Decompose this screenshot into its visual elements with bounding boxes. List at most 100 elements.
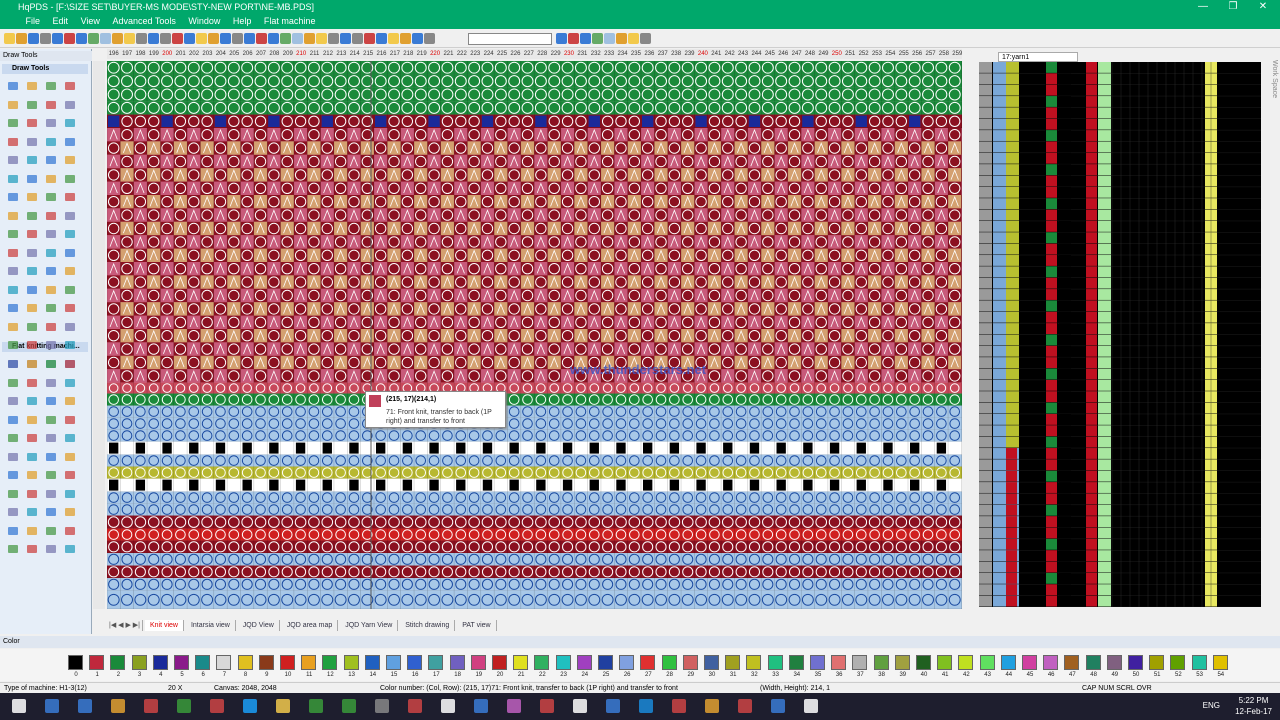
toolbar-icon[interactable] xyxy=(388,33,399,44)
draw-tool-icon[interactable] xyxy=(8,230,18,238)
toolbar-icon[interactable] xyxy=(64,33,75,44)
palette-swatch[interactable] xyxy=(725,655,741,670)
draw-tool-icon[interactable] xyxy=(46,341,56,349)
draw-tool-icon[interactable] xyxy=(8,248,18,257)
palette-swatch[interactable] xyxy=(1000,655,1016,670)
palette-swatch[interactable] xyxy=(110,655,126,670)
draw-tool-icon[interactable] xyxy=(65,100,75,109)
palette-swatch[interactable] xyxy=(534,655,550,670)
toolbar-icon[interactable] xyxy=(604,33,615,44)
palette-swatch[interactable] xyxy=(555,655,571,670)
knit-tool-icon[interactable] xyxy=(46,508,56,516)
draw-tool-icon[interactable] xyxy=(8,193,18,201)
taskbar-app-icon[interactable] xyxy=(474,699,488,713)
toolbar-icon[interactable] xyxy=(268,33,279,44)
toolbar-icon[interactable] xyxy=(76,33,87,44)
knit-tool-icon[interactable] xyxy=(27,545,37,553)
draw-tool-icon[interactable] xyxy=(65,119,75,127)
tab-stitch-drawing[interactable]: Stitch drawing xyxy=(400,620,456,631)
toolbar-combo[interactable] xyxy=(468,33,552,45)
palette-swatch[interactable] xyxy=(873,655,889,670)
knit-tool-icon[interactable] xyxy=(46,545,56,553)
draw-tool-icon[interactable] xyxy=(8,322,18,331)
palette-swatch[interactable] xyxy=(937,655,953,670)
toolbar-icon[interactable] xyxy=(568,33,579,44)
palette-swatch[interactable] xyxy=(428,655,444,670)
toolbar-icon[interactable] xyxy=(616,33,627,44)
toolbar-icon[interactable] xyxy=(160,33,171,44)
taskbar-app-icon[interactable] xyxy=(573,699,587,713)
taskbar-app-icon[interactable] xyxy=(309,699,323,713)
toolbar-icon[interactable] xyxy=(628,33,639,44)
taskbar-app-icon[interactable] xyxy=(210,699,224,713)
palette-swatch[interactable] xyxy=(640,655,656,670)
palette-swatch[interactable] xyxy=(1085,655,1101,670)
tab-intarsia-view[interactable]: Intarsia view xyxy=(186,620,236,631)
knit-tool-icon[interactable] xyxy=(46,489,56,498)
palette-swatch[interactable] xyxy=(470,655,486,670)
draw-tool-icon[interactable] xyxy=(27,285,37,294)
toolbar-icon[interactable] xyxy=(328,33,339,44)
palette-swatch[interactable] xyxy=(1170,655,1186,670)
knit-tool-icon[interactable] xyxy=(65,378,75,387)
draw-tool-icon[interactable] xyxy=(27,156,37,164)
taskbar-app-icon[interactable] xyxy=(276,699,290,713)
toolbar-icon[interactable] xyxy=(52,33,63,44)
knit-tool-icon[interactable] xyxy=(46,360,56,368)
draw-tool-icon[interactable] xyxy=(27,100,37,109)
toolbar-icon[interactable] xyxy=(184,33,195,44)
draw-tool-icon[interactable] xyxy=(8,174,18,183)
knit-tool-icon[interactable] xyxy=(27,378,37,387)
knit-tool-icon[interactable] xyxy=(65,415,75,424)
taskbar-app-icon[interactable] xyxy=(738,699,752,713)
draw-tool-icon[interactable] xyxy=(65,193,75,201)
draw-tool-icon[interactable] xyxy=(8,156,18,164)
maximize-button[interactable]: ❐ xyxy=(1218,0,1248,14)
toolbar-icon[interactable] xyxy=(28,33,39,44)
knit-tool-icon[interactable] xyxy=(8,360,18,368)
knit-tool-icon[interactable] xyxy=(27,415,37,424)
draw-tool-icon[interactable] xyxy=(65,248,75,257)
draw-tool-icon[interactable] xyxy=(46,119,56,127)
draw-tool-icon[interactable] xyxy=(27,304,37,312)
palette-swatch[interactable] xyxy=(364,655,380,670)
draw-tool-icon[interactable] xyxy=(27,248,37,257)
palette-swatch[interactable] xyxy=(958,655,974,670)
taskbar-app-icon[interactable] xyxy=(672,699,686,713)
palette-swatch[interactable] xyxy=(152,655,168,670)
palette-swatch[interactable] xyxy=(979,655,995,670)
palette-swatch[interactable] xyxy=(407,655,423,670)
draw-tool-icon[interactable] xyxy=(65,174,75,183)
toolbar-icon[interactable] xyxy=(244,33,255,44)
palette-swatch[interactable] xyxy=(386,655,401,670)
toolbar-icon[interactable] xyxy=(16,33,27,44)
draw-tool-icon[interactable] xyxy=(8,82,18,90)
taskbar-app-icon[interactable] xyxy=(771,699,785,713)
palette-swatch[interactable] xyxy=(619,655,635,670)
draw-tool-icon[interactable] xyxy=(65,341,75,349)
palette-swatch[interactable] xyxy=(767,655,783,670)
knit-tool-icon[interactable] xyxy=(8,471,18,479)
knit-tool-icon[interactable] xyxy=(27,471,37,479)
toolbar-icon[interactable] xyxy=(196,33,207,44)
toolbar-icon[interactable] xyxy=(400,33,411,44)
knit-tool-icon[interactable] xyxy=(65,489,75,498)
toolbar-icon[interactable] xyxy=(220,33,231,44)
draw-tool-icon[interactable] xyxy=(27,230,37,238)
taskbar-app-icon[interactable] xyxy=(408,699,422,713)
taskbar-app-icon[interactable] xyxy=(639,699,653,713)
knit-tool-icon[interactable] xyxy=(8,378,18,387)
draw-tool-icon[interactable] xyxy=(8,119,18,127)
toolbar-icon[interactable] xyxy=(424,33,435,44)
knit-tool-icon[interactable] xyxy=(46,471,56,479)
draw-tool-icon[interactable] xyxy=(27,267,37,275)
toolbar-icon[interactable] xyxy=(376,33,387,44)
toolbar-icon[interactable] xyxy=(364,33,375,44)
knit-tool-icon[interactable] xyxy=(27,434,37,442)
draw-tool-icon[interactable] xyxy=(46,267,56,275)
toolbar-icon[interactable] xyxy=(580,33,591,44)
tab-nav-arrows[interactable]: |◀ ◀ ▶ ▶| xyxy=(107,620,144,631)
palette-swatch[interactable] xyxy=(513,655,529,670)
knit-tool-icon[interactable] xyxy=(27,397,37,405)
draw-tool-icon[interactable] xyxy=(27,174,37,183)
